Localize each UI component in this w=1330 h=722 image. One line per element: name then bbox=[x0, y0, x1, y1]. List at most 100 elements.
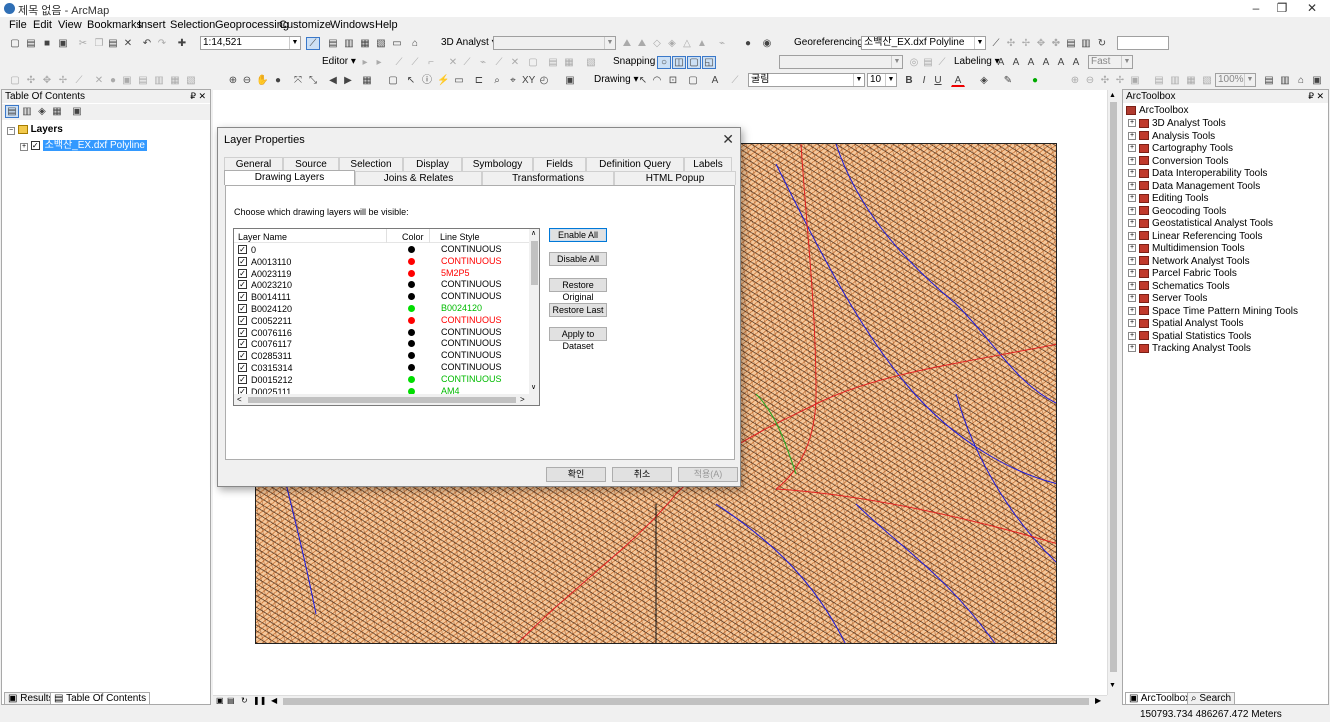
line-color-icon[interactable]: ✎ bbox=[1001, 74, 1015, 87]
tab-general[interactable]: General bbox=[224, 157, 283, 171]
toolbox-item[interactable]: + Tracking Analyst Tools bbox=[1128, 343, 1251, 355]
italic-icon[interactable]: I bbox=[917, 74, 931, 87]
menu-geoprocessing[interactable]: Geoprocessing bbox=[215, 19, 289, 31]
measure-icon[interactable]: ⊏ bbox=[472, 74, 486, 87]
edit-tool-icon[interactable]: ▦ bbox=[562, 56, 576, 69]
python-window-icon[interactable]: ▭ bbox=[390, 37, 404, 50]
zoom-in-icon[interactable]: ⊕ bbox=[226, 74, 240, 87]
layer-checkbox[interactable]: ✓ bbox=[238, 386, 247, 394]
menu-windows[interactable]: Windows bbox=[330, 19, 375, 31]
rotate-icon[interactable]: ↻ bbox=[1095, 37, 1109, 50]
label-tool-icon[interactable]: A bbox=[1039, 56, 1053, 69]
layout-tool-icon[interactable]: ▥ bbox=[152, 74, 166, 87]
expand-icon[interactable]: + bbox=[1128, 231, 1136, 240]
3d-tool-icon[interactable]: ⛰ bbox=[620, 37, 634, 50]
tab-definition-query[interactable]: Definition Query bbox=[586, 157, 684, 171]
h-scroll-thumb[interactable] bbox=[283, 698, 1089, 705]
edit-tool-icon[interactable]: ⟋ bbox=[460, 56, 474, 69]
toolbox-item[interactable]: + Schematics Tools bbox=[1128, 281, 1230, 293]
expand-icon[interactable]: + bbox=[1128, 344, 1136, 353]
rectangle-icon[interactable]: ▢ bbox=[686, 74, 700, 87]
font-color-icon[interactable]: A bbox=[951, 74, 965, 87]
drawing-layer-row[interactable]: ✓ C0076117 CONTINUOUS bbox=[238, 338, 528, 350]
edit-tool-icon[interactable]: ✕ bbox=[446, 56, 460, 69]
text-icon[interactable]: A bbox=[708, 74, 722, 87]
apply-to-dataset-button[interactable]: Apply to Dataset bbox=[549, 327, 607, 351]
layer-checkbox[interactable]: ✓ bbox=[238, 256, 247, 266]
bold-icon[interactable]: B bbox=[902, 74, 916, 87]
tab-labels[interactable]: Labels bbox=[684, 157, 732, 171]
layer-row[interactable]: + ✓ 소백산_EX.dxf Polyline bbox=[20, 136, 147, 151]
straight-segment-icon[interactable]: ⟋ bbox=[392, 56, 406, 69]
layout-tool-icon[interactable]: ✕ bbox=[92, 74, 106, 87]
edit-tool-icon[interactable]: ⟋ bbox=[492, 56, 506, 69]
expand-icon[interactable]: + bbox=[1128, 281, 1136, 290]
label-manager-icon[interactable]: A bbox=[994, 56, 1008, 69]
drawing-layer-row[interactable]: ✓ A0023210 CONTINUOUS bbox=[238, 279, 528, 291]
layout-tool-icon[interactable]: ▤ bbox=[1262, 74, 1276, 87]
3d-tool-icon[interactable]: ▲ bbox=[695, 37, 709, 50]
paste-icon[interactable]: ▤ bbox=[106, 37, 120, 50]
create-viewer-icon[interactable]: ▣ bbox=[563, 74, 577, 87]
forward-icon[interactable]: ▶ bbox=[341, 74, 355, 87]
layout-tool-icon[interactable]: ⟋ bbox=[72, 74, 86, 87]
tab-symbology[interactable]: Symbology bbox=[462, 157, 533, 171]
layer-name[interactable]: 소백산_EX.dxf Polyline bbox=[42, 140, 147, 151]
point-snap-icon[interactable]: ○ bbox=[657, 56, 671, 69]
select-element-icon[interactable]: ↖ bbox=[636, 74, 650, 87]
list-vertical-scrollbar[interactable]: ∧ ∨ bbox=[529, 229, 539, 394]
edit-tool-icon[interactable]: ◎ bbox=[907, 56, 921, 69]
georef-rotate-input[interactable] bbox=[1117, 36, 1169, 50]
scale-combo[interactable]: 1:14,521 ▼ bbox=[200, 36, 301, 50]
expand-icon[interactable]: + bbox=[1128, 244, 1136, 253]
layout-tool-icon[interactable]: ▢ bbox=[8, 74, 22, 87]
toolbox-item[interactable]: + Geocoding Tools bbox=[1128, 206, 1226, 218]
toolbox-item[interactable]: + Data Management Tools bbox=[1128, 181, 1260, 193]
disable-all-button[interactable]: Disable All bbox=[549, 252, 607, 266]
scroll-thumb[interactable] bbox=[1110, 102, 1117, 672]
layout-tool-icon[interactable]: ✥ bbox=[40, 74, 54, 87]
scroll-right-icon[interactable]: ▶ bbox=[1095, 696, 1101, 705]
georef-tool-icon[interactable]: ⟋ bbox=[989, 37, 1003, 50]
layer-checkbox[interactable]: ✓ bbox=[238, 245, 247, 254]
georef-tool-icon[interactable]: ✥ bbox=[1034, 37, 1048, 50]
vertex-snap-icon[interactable]: ▢ bbox=[687, 56, 701, 69]
link-table-icon[interactable]: ▤ bbox=[1064, 37, 1078, 50]
toolbox-item[interactable]: + Space Time Pattern Mining Tools bbox=[1128, 306, 1298, 318]
toolbox-item[interactable]: + Spatial Statistics Tools bbox=[1128, 331, 1251, 343]
copy-icon[interactable]: ❐ bbox=[92, 37, 106, 50]
layout-tool-icon[interactable]: ▣ bbox=[1310, 74, 1324, 87]
tab-source[interactable]: Source bbox=[283, 157, 339, 171]
scroll-right-icon[interactable]: > bbox=[520, 395, 525, 404]
delete-icon[interactable]: ✕ bbox=[121, 37, 135, 50]
layout-tool-icon[interactable]: ⊕ bbox=[1068, 74, 1082, 87]
toolbox-item[interactable]: + Data Interoperability Tools bbox=[1128, 168, 1267, 180]
expand-icon[interactable]: + bbox=[1128, 256, 1136, 265]
font-size-combo[interactable]: 10 ▼ bbox=[867, 73, 897, 87]
layout-view-icon[interactable]: ▤ bbox=[227, 696, 235, 705]
3d-tool-icon[interactable]: △ bbox=[680, 37, 694, 50]
layout-tool-icon[interactable]: ▦ bbox=[168, 74, 182, 87]
scroll-down-icon[interactable]: ▼ bbox=[1109, 682, 1116, 689]
label-tool-icon[interactable]: A bbox=[1009, 56, 1023, 69]
tab-joins-relates[interactable]: Joins & Relates bbox=[355, 171, 482, 185]
layout-tool-icon[interactable]: ✣ bbox=[1098, 74, 1112, 87]
zoom-out-icon[interactable]: ⊖ bbox=[240, 74, 254, 87]
toolbox-item[interactable]: + Parcel Fabric Tools bbox=[1128, 268, 1237, 280]
expand-icon[interactable]: + bbox=[1128, 219, 1136, 228]
tab-table-of-contents[interactable]: ▤ Table Of Contents bbox=[50, 692, 151, 705]
edit-vertices-icon[interactable]: ⟋ bbox=[728, 74, 742, 87]
edit-tool-icon[interactable]: ▸ bbox=[358, 56, 372, 69]
layout-tool-icon[interactable]: ✢ bbox=[56, 74, 70, 87]
html-popup-icon[interactable]: ▭ bbox=[452, 74, 466, 87]
layout-tool-icon[interactable]: ▤ bbox=[1152, 74, 1166, 87]
find-icon[interactable]: ⌕ bbox=[490, 74, 504, 87]
layer-checkbox[interactable]: ✓ bbox=[238, 292, 247, 302]
drawing-layer-row[interactable]: ✓ 0 CONTINUOUS bbox=[238, 244, 528, 256]
3d-tool-icon[interactable]: ◈ bbox=[665, 37, 679, 50]
edit-tool-icon[interactable]: ▢ bbox=[526, 56, 540, 69]
layout-tool-icon[interactable]: ⊖ bbox=[1083, 74, 1097, 87]
goto-xy-icon[interactable]: XY bbox=[521, 74, 535, 87]
collapse-icon[interactable]: − bbox=[7, 127, 15, 135]
identify-icon[interactable]: ⓘ bbox=[420, 74, 434, 87]
